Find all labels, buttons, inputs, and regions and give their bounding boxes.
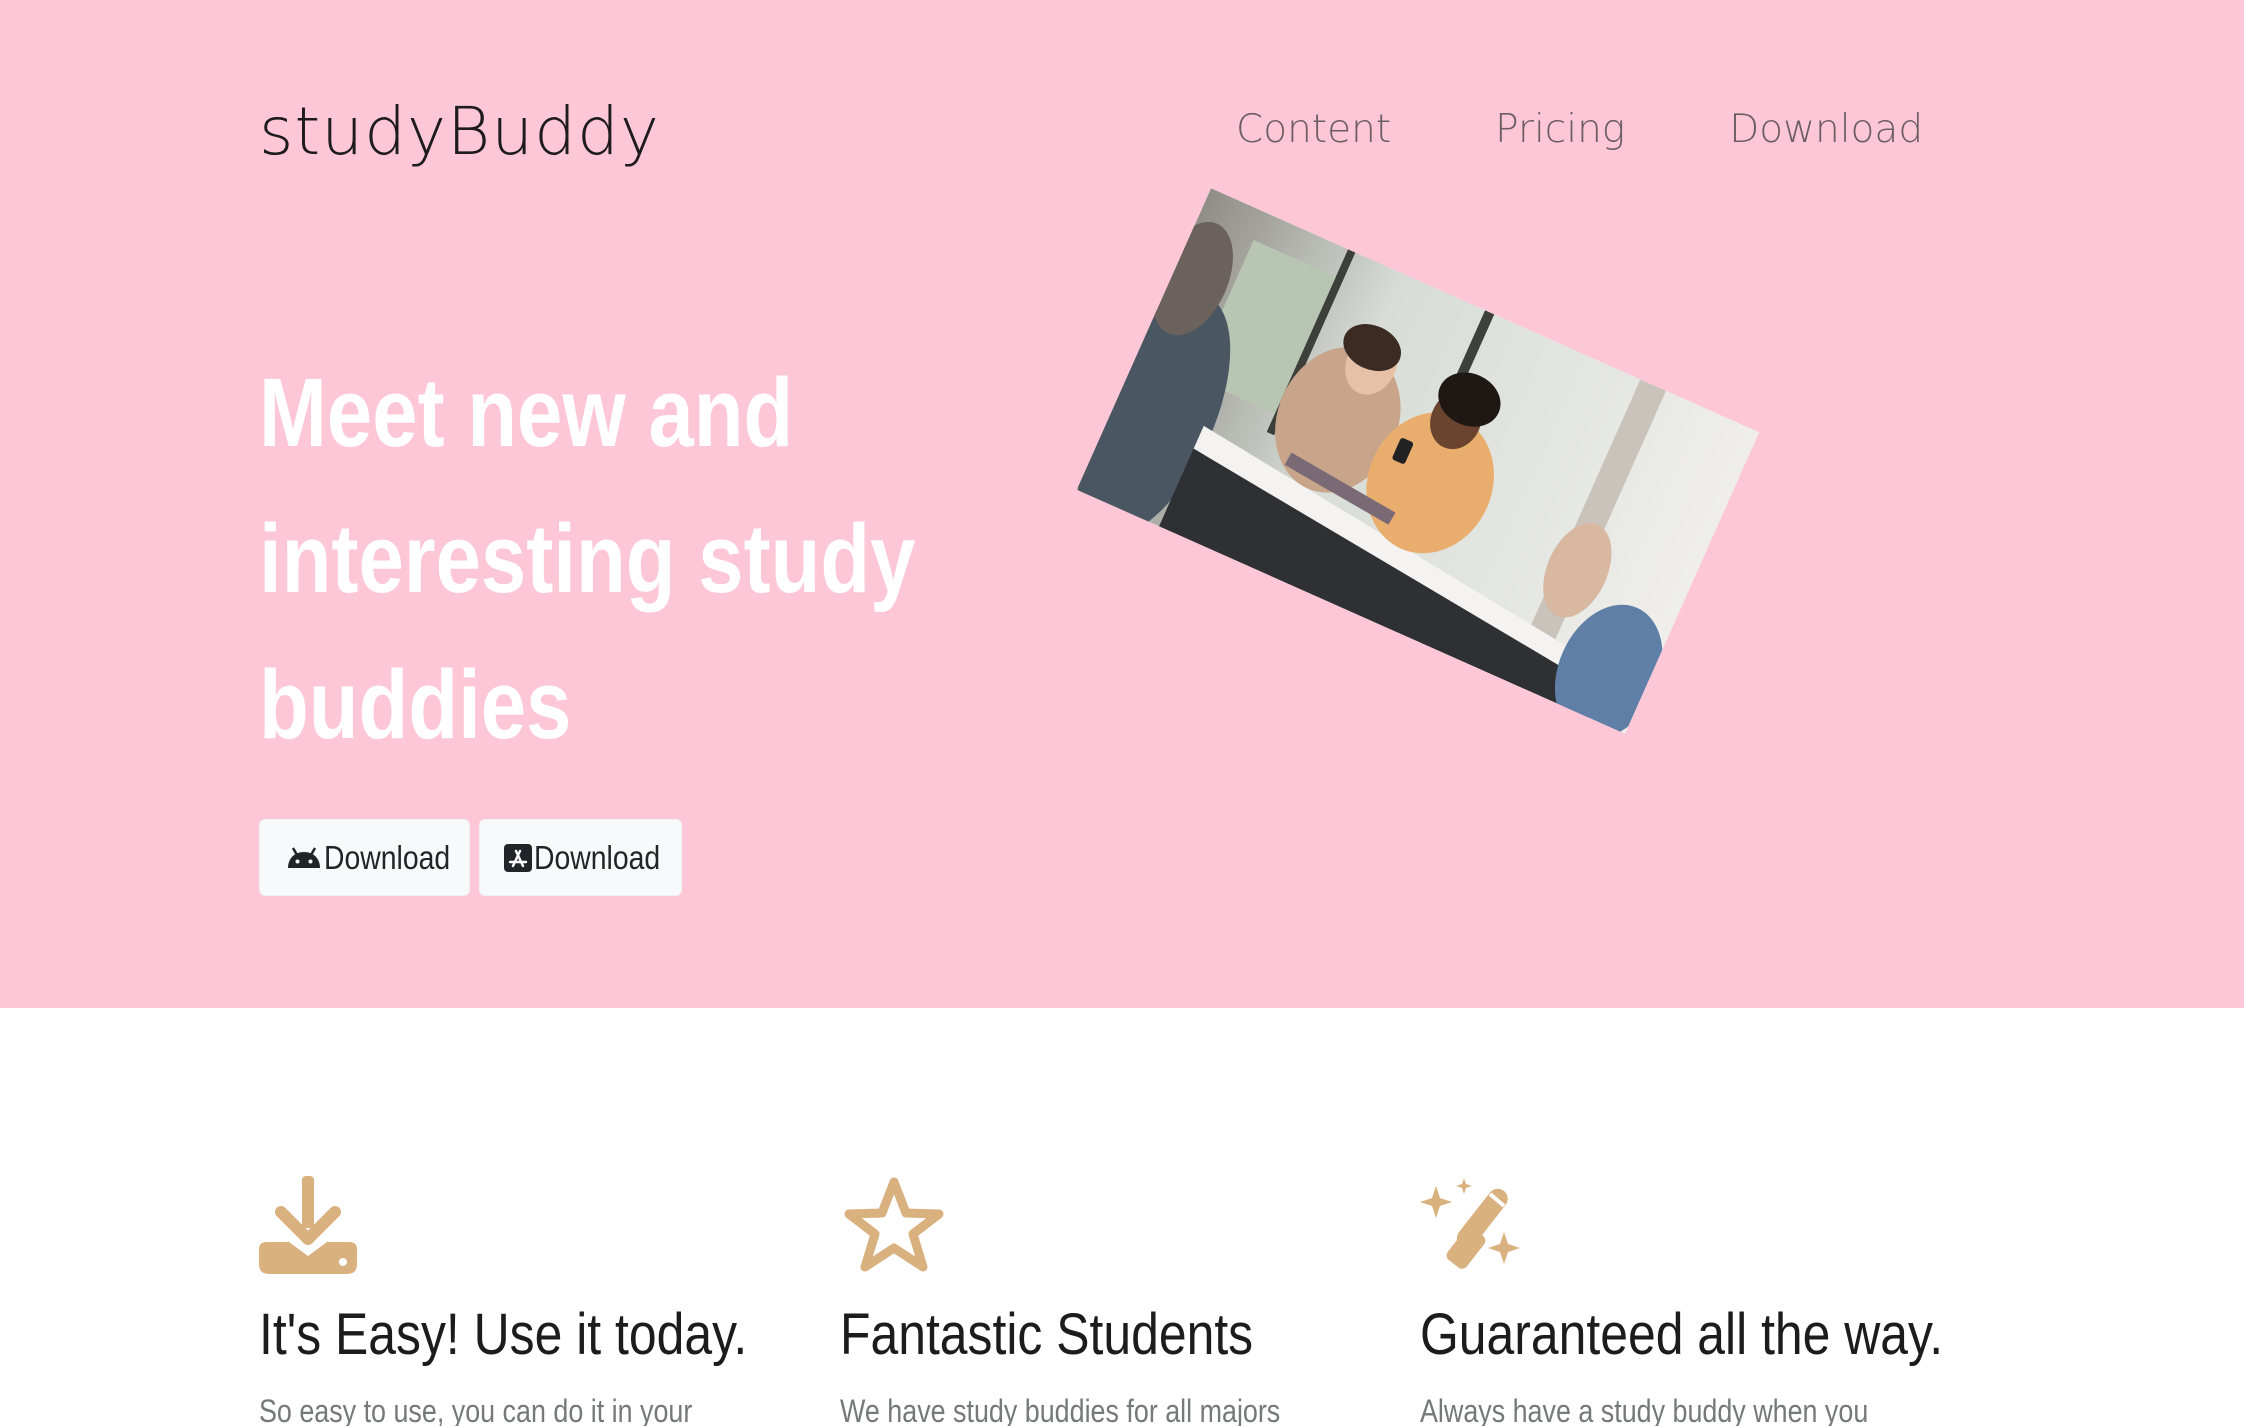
- android-download-button[interactable]: Download: [259, 819, 470, 896]
- download-tray-icon: [259, 1176, 357, 1279]
- android-icon: [286, 846, 324, 869]
- main-nav: Content Pricing Download: [1236, 104, 1923, 156]
- hero-title: Meet new and interesting study buddies: [259, 340, 981, 778]
- feature-title: It's Easy! Use it today.: [259, 1302, 748, 1367]
- hero-section: studyBuddy Content Pricing Download Meet…: [0, 0, 2244, 1008]
- students-photo-illustration: [1076, 188, 1760, 734]
- star-icon: [844, 1176, 944, 1279]
- nav-link-pricing[interactable]: Pricing: [1495, 104, 1625, 156]
- button-label: Download: [324, 838, 451, 876]
- brand-logo[interactable]: studyBuddy: [259, 92, 660, 172]
- hero-title-line: interesting study: [259, 504, 916, 613]
- hero-title-line: Meet new and: [259, 358, 794, 467]
- hero-photo: [1076, 188, 1760, 734]
- nav-link-download[interactable]: Download: [1729, 104, 1923, 156]
- magic-wand-icon: [1420, 1176, 1524, 1279]
- feature-text: We have study buddies for all majors: [840, 1393, 1281, 1426]
- app-store-icon: [504, 843, 534, 872]
- download-buttons: Download Download: [259, 819, 682, 896]
- feature-text: So easy to use, you can do it in your: [259, 1393, 693, 1426]
- appstore-download-button[interactable]: Download: [479, 819, 682, 896]
- nav-link-content[interactable]: Content: [1236, 104, 1391, 156]
- feature-text: Always have a study buddy when you: [1420, 1393, 1869, 1426]
- feature-title: Guaranteed all the way.: [1420, 1302, 1944, 1367]
- feature-title: Fantastic Students: [840, 1302, 1254, 1367]
- button-label: Download: [534, 838, 661, 876]
- hero-title-line: buddies: [259, 650, 572, 759]
